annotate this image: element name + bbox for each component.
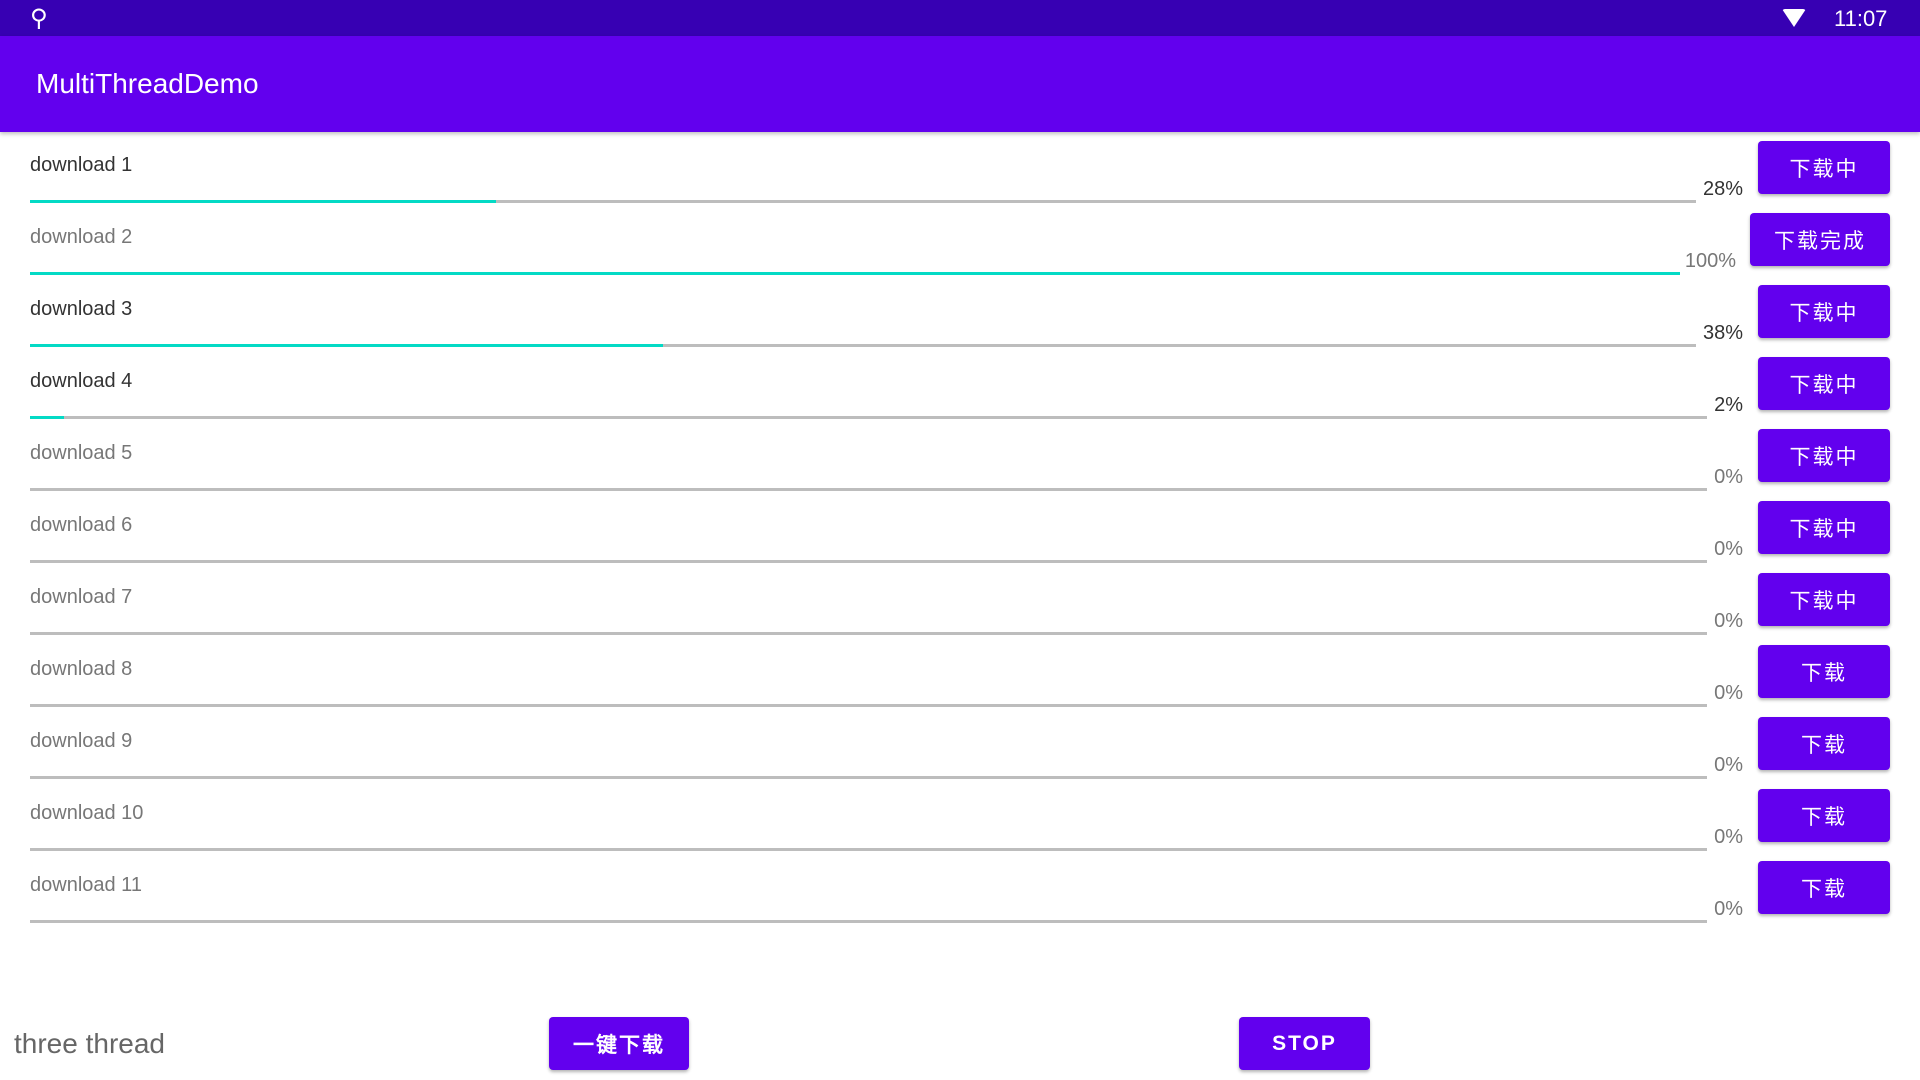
download-button[interactable]: 下载 <box>1758 645 1890 698</box>
app-bar: MultiThreadDemo <box>0 36 1920 132</box>
download-row: download 6 0% 下载中 <box>30 492 1890 564</box>
download-button[interactable]: 下载中 <box>1758 141 1890 194</box>
download-button[interactable]: 下载 <box>1758 789 1890 842</box>
progress-percent: 28% <box>1702 178 1743 200</box>
progress-percent: 0% <box>1714 610 1743 632</box>
clock: 11:07 <box>1834 6 1888 31</box>
app-title: MultiThreadDemo <box>36 68 259 99</box>
download-label: download 4 <box>30 370 133 392</box>
download-button[interactable]: 下载完成 <box>1750 213 1890 266</box>
download-button[interactable]: 下载 <box>1758 717 1890 770</box>
download-row: download 11 0% 下载 <box>30 852 1890 924</box>
progress-percent: 0% <box>1714 826 1743 848</box>
progress-percent: 0% <box>1714 466 1743 488</box>
progress-percent: 38% <box>1702 322 1743 344</box>
download-row: download 10 0% 下载 <box>30 780 1890 852</box>
download-row: download 7 0% 下载中 <box>30 564 1890 636</box>
progress-bar <box>30 704 1707 707</box>
download-label: download 5 <box>30 442 133 464</box>
progress-bar <box>30 200 1696 203</box>
progress-fill <box>30 344 664 347</box>
download-button[interactable]: 下载中 <box>1758 501 1890 554</box>
progress-percent: 0% <box>1714 898 1743 920</box>
download-row: download 3 38% 下载中 <box>30 276 1890 348</box>
progress-bar <box>30 848 1707 851</box>
download-row: download 9 0% 下载 <box>30 708 1890 780</box>
download-label: download 1 <box>30 154 133 176</box>
progress-percent: 2% <box>1714 394 1743 416</box>
progress-fill <box>30 416 64 419</box>
download-label: download 3 <box>30 298 133 320</box>
progress-bar <box>30 632 1707 635</box>
download-label: download 7 <box>30 586 133 608</box>
download-button[interactable]: 下载 <box>1758 861 1890 914</box>
download-row: download 8 0% 下载 <box>30 636 1890 708</box>
download-button[interactable]: 下载中 <box>1758 285 1890 338</box>
progress-bar <box>30 272 1680 275</box>
download-button[interactable]: 下载中 <box>1758 357 1890 410</box>
stop-button[interactable]: STOP <box>1239 1017 1370 1070</box>
download-label: download 9 <box>30 730 133 752</box>
progress-bar <box>30 488 1707 491</box>
download-label: download 8 <box>30 658 133 680</box>
progress-bar <box>30 920 1707 923</box>
download-row: download 2 100% 下载完成 <box>30 204 1890 276</box>
progress-percent: 0% <box>1714 754 1743 776</box>
download-label: download 11 <box>30 874 142 896</box>
progress-percent: 0% <box>1714 682 1743 704</box>
download-label: download 6 <box>30 514 133 536</box>
download-label: download 10 <box>30 802 144 824</box>
download-row: download 4 2% 下载中 <box>30 348 1890 420</box>
progress-bar <box>30 344 1696 347</box>
progress-bar <box>30 560 1707 563</box>
wifi-icon <box>1782 9 1806 27</box>
download-button[interactable]: 下载中 <box>1758 429 1890 482</box>
download-row: download 5 0% 下载中 <box>30 420 1890 492</box>
progress-percent: 0% <box>1714 538 1743 560</box>
usb-icon: ⚲ <box>30 5 48 32</box>
status-bar: ⚲ 11:07 <box>0 0 1920 36</box>
progress-percent: 100% <box>1684 250 1736 272</box>
download-row: download 1 28% 下载中 <box>30 132 1890 204</box>
download-button[interactable]: 下载中 <box>1758 573 1890 626</box>
download-all-button[interactable]: 一键下载 <box>549 1017 689 1070</box>
progress-fill <box>30 272 1680 275</box>
progress-bar <box>30 776 1707 779</box>
download-label: download 2 <box>30 226 133 248</box>
progress-fill <box>30 200 497 203</box>
progress-bar <box>30 416 1707 419</box>
thread-mode-label: three thread <box>14 1028 165 1059</box>
